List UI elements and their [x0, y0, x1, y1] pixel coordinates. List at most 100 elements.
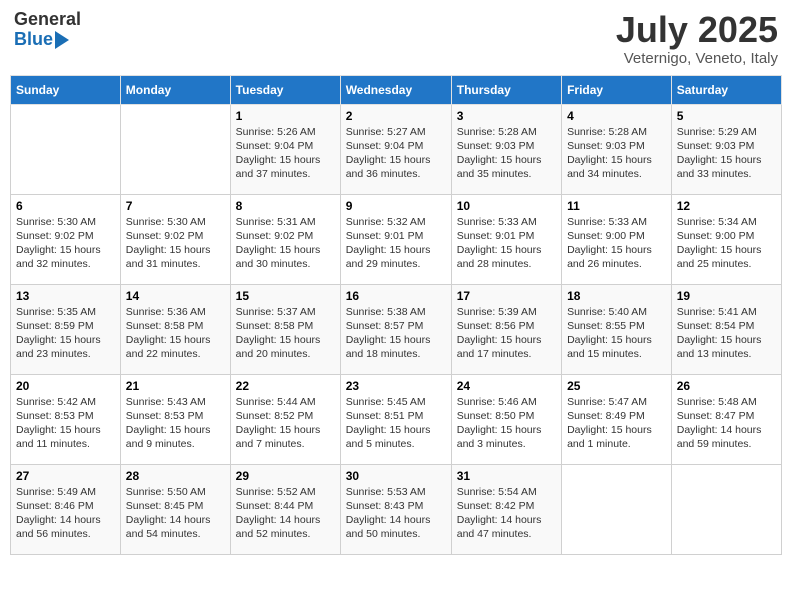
- day-number: 7: [126, 199, 225, 213]
- calendar-cell: [562, 464, 672, 554]
- calendar-cell: 23 Sunrise: 5:45 AMSunset: 8:51 PMDayligh…: [340, 374, 451, 464]
- calendar-cell: 1Sunrise: 5:26 AMSunset: 9:04 PMDaylight…: [230, 104, 340, 194]
- calendar-cell: 18 Sunrise: 5:40 AMSunset: 8:55 PMDayligh…: [562, 284, 672, 374]
- logo-triangle-icon: [55, 31, 69, 49]
- day-info: Sunrise: 5:28 AMSunset: 9:03 PMDaylight:…: [457, 125, 556, 182]
- calendar-table: SundayMondayTuesdayWednesdayThursdayFrid…: [10, 75, 782, 555]
- day-number: 31: [457, 469, 556, 483]
- day-number: 17: [457, 289, 556, 303]
- calendar-cell: 20Sunrise: 5:42 AMSunset: 8:53 PMDayligh…: [11, 374, 121, 464]
- calendar-cell: 5 Sunrise: 5:29 AMSunset: 9:03 PMDaylight…: [671, 104, 781, 194]
- day-info: Sunrise: 5:28 AMSunset: 9:03 PMDaylight:…: [567, 125, 666, 182]
- column-header-friday: Friday: [562, 75, 672, 104]
- day-info: Sunrise: 5:27 AMSunset: 9:04 PMDaylight:…: [346, 125, 446, 182]
- calendar-cell: 10Sunrise: 5:33 AMSunset: 9:01 PMDayligh…: [451, 194, 561, 284]
- day-number: 28: [126, 469, 225, 483]
- logo-general: General: [14, 10, 81, 30]
- column-header-monday: Monday: [120, 75, 230, 104]
- day-number: 1: [236, 109, 335, 123]
- calendar-cell: 14 Sunrise: 5:36 AMSunset: 8:58 PMDayligh…: [120, 284, 230, 374]
- column-header-saturday: Saturday: [671, 75, 781, 104]
- day-info: Sunrise: 5:44 AMSunset: 8:52 PMDaylight:…: [236, 395, 335, 452]
- day-info: Sunrise: 5:33 AMSunset: 9:00 PMDaylight:…: [567, 215, 666, 272]
- calendar-header-row: SundayMondayTuesdayWednesdayThursdayFrid…: [11, 75, 782, 104]
- calendar-cell: 7 Sunrise: 5:30 AMSunset: 9:02 PMDaylight…: [120, 194, 230, 284]
- location-title: Veternigo, Veneto, Italy: [616, 50, 778, 67]
- logo: General Blue: [14, 10, 81, 50]
- calendar-cell: 24 Sunrise: 5:46 AMSunset: 8:50 PMDayligh…: [451, 374, 561, 464]
- day-number: 23: [346, 379, 446, 393]
- day-number: 6: [16, 199, 115, 213]
- day-number: 11: [567, 199, 666, 213]
- calendar-cell: 19Sunrise: 5:41 AMSunset: 8:54 PMDayligh…: [671, 284, 781, 374]
- day-number: 9: [346, 199, 446, 213]
- day-info: Sunrise: 5:32 AMSunset: 9:01 PMDaylight:…: [346, 215, 446, 272]
- column-header-sunday: Sunday: [11, 75, 121, 104]
- day-number: 3: [457, 109, 556, 123]
- calendar-cell: 3 Sunrise: 5:28 AMSunset: 9:03 PMDaylight…: [451, 104, 561, 194]
- day-info: Sunrise: 5:31 AMSunset: 9:02 PMDaylight:…: [236, 215, 335, 272]
- day-number: 26: [677, 379, 776, 393]
- day-number: 30: [346, 469, 446, 483]
- calendar-cell: 9 Sunrise: 5:32 AMSunset: 9:01 PMDaylight…: [340, 194, 451, 284]
- calendar-cell: 8 Sunrise: 5:31 AMSunset: 9:02 PMDaylight…: [230, 194, 340, 284]
- day-info: Sunrise: 5:54 AMSunset: 8:42 PMDaylight:…: [457, 485, 556, 542]
- day-info: Sunrise: 5:36 AMSunset: 8:58 PMDaylight:…: [126, 305, 225, 362]
- calendar-cell: 15 Sunrise: 5:37 AMSunset: 8:58 PMDayligh…: [230, 284, 340, 374]
- day-number: 13: [16, 289, 115, 303]
- calendar-cell: 30 Sunrise: 5:53 AMSunset: 8:43 PMDayligh…: [340, 464, 451, 554]
- title-block: July 2025 Veternigo, Veneto, Italy: [616, 10, 778, 67]
- calendar-cell: [11, 104, 121, 194]
- calendar-cell: [671, 464, 781, 554]
- calendar-cell: 12 Sunrise: 5:34 AMSunset: 9:00 PMDayligh…: [671, 194, 781, 284]
- day-info: Sunrise: 5:38 AMSunset: 8:57 PMDaylight:…: [346, 305, 446, 362]
- day-info: Sunrise: 5:30 AMSunset: 9:02 PMDaylight:…: [126, 215, 225, 272]
- calendar-cell: 17Sunrise: 5:39 AMSunset: 8:56 PMDayligh…: [451, 284, 561, 374]
- day-info: Sunrise: 5:30 AMSunset: 9:02 PMDaylight:…: [16, 215, 115, 272]
- day-info: Sunrise: 5:53 AMSunset: 8:43 PMDaylight:…: [346, 485, 446, 542]
- day-number: 18: [567, 289, 666, 303]
- day-number: 14: [126, 289, 225, 303]
- calendar-cell: 22Sunrise: 5:44 AMSunset: 8:52 PMDayligh…: [230, 374, 340, 464]
- calendar-cell: 29Sunrise: 5:52 AMSunset: 8:44 PMDayligh…: [230, 464, 340, 554]
- day-info: Sunrise: 5:43 AMSunset: 8:53 PMDaylight:…: [126, 395, 225, 452]
- day-number: 8: [236, 199, 335, 213]
- calendar-cell: 27 Sunrise: 5:49 AMSunset: 8:46 PMDayligh…: [11, 464, 121, 554]
- logo-blue: Blue: [14, 30, 53, 50]
- day-number: 16: [346, 289, 446, 303]
- day-number: 12: [677, 199, 776, 213]
- day-info: Sunrise: 5:48 AMSunset: 8:47 PMDaylight:…: [677, 395, 776, 452]
- calendar-week-row: 27 Sunrise: 5:49 AMSunset: 8:46 PMDayligh…: [11, 464, 782, 554]
- day-number: 15: [236, 289, 335, 303]
- day-info: Sunrise: 5:42 AMSunset: 8:53 PMDaylight:…: [16, 395, 115, 452]
- day-number: 29: [236, 469, 335, 483]
- day-number: 4: [567, 109, 666, 123]
- calendar-cell: 11 Sunrise: 5:33 AMSunset: 9:00 PMDayligh…: [562, 194, 672, 284]
- calendar-cell: 4 Sunrise: 5:28 AMSunset: 9:03 PMDaylight…: [562, 104, 672, 194]
- calendar-week-row: 6 Sunrise: 5:30 AMSunset: 9:02 PMDaylight…: [11, 194, 782, 284]
- page-header: General Blue July 2025 Veternigo, Veneto…: [10, 10, 782, 67]
- day-info: Sunrise: 5:40 AMSunset: 8:55 PMDaylight:…: [567, 305, 666, 362]
- month-title: July 2025: [616, 10, 778, 50]
- day-info: Sunrise: 5:45 AMSunset: 8:51 PMDaylight:…: [346, 395, 446, 452]
- day-info: Sunrise: 5:34 AMSunset: 9:00 PMDaylight:…: [677, 215, 776, 272]
- calendar-cell: [120, 104, 230, 194]
- day-number: 19: [677, 289, 776, 303]
- day-info: Sunrise: 5:50 AMSunset: 8:45 PMDaylight:…: [126, 485, 225, 542]
- day-info: Sunrise: 5:35 AMSunset: 8:59 PMDaylight:…: [16, 305, 115, 362]
- day-info: Sunrise: 5:37 AMSunset: 8:58 PMDaylight:…: [236, 305, 335, 362]
- day-info: Sunrise: 5:49 AMSunset: 8:46 PMDaylight:…: [16, 485, 115, 542]
- day-number: 10: [457, 199, 556, 213]
- day-number: 2: [346, 109, 446, 123]
- column-header-wednesday: Wednesday: [340, 75, 451, 104]
- day-number: 25: [567, 379, 666, 393]
- column-header-thursday: Thursday: [451, 75, 561, 104]
- calendar-cell: 21 Sunrise: 5:43 AMSunset: 8:53 PMDayligh…: [120, 374, 230, 464]
- day-number: 5: [677, 109, 776, 123]
- day-number: 27: [16, 469, 115, 483]
- day-info: Sunrise: 5:29 AMSunset: 9:03 PMDaylight:…: [677, 125, 776, 182]
- day-number: 24: [457, 379, 556, 393]
- day-info: Sunrise: 5:46 AMSunset: 8:50 PMDaylight:…: [457, 395, 556, 452]
- day-number: 21: [126, 379, 225, 393]
- calendar-week-row: 13 Sunrise: 5:35 AMSunset: 8:59 PMDayligh…: [11, 284, 782, 374]
